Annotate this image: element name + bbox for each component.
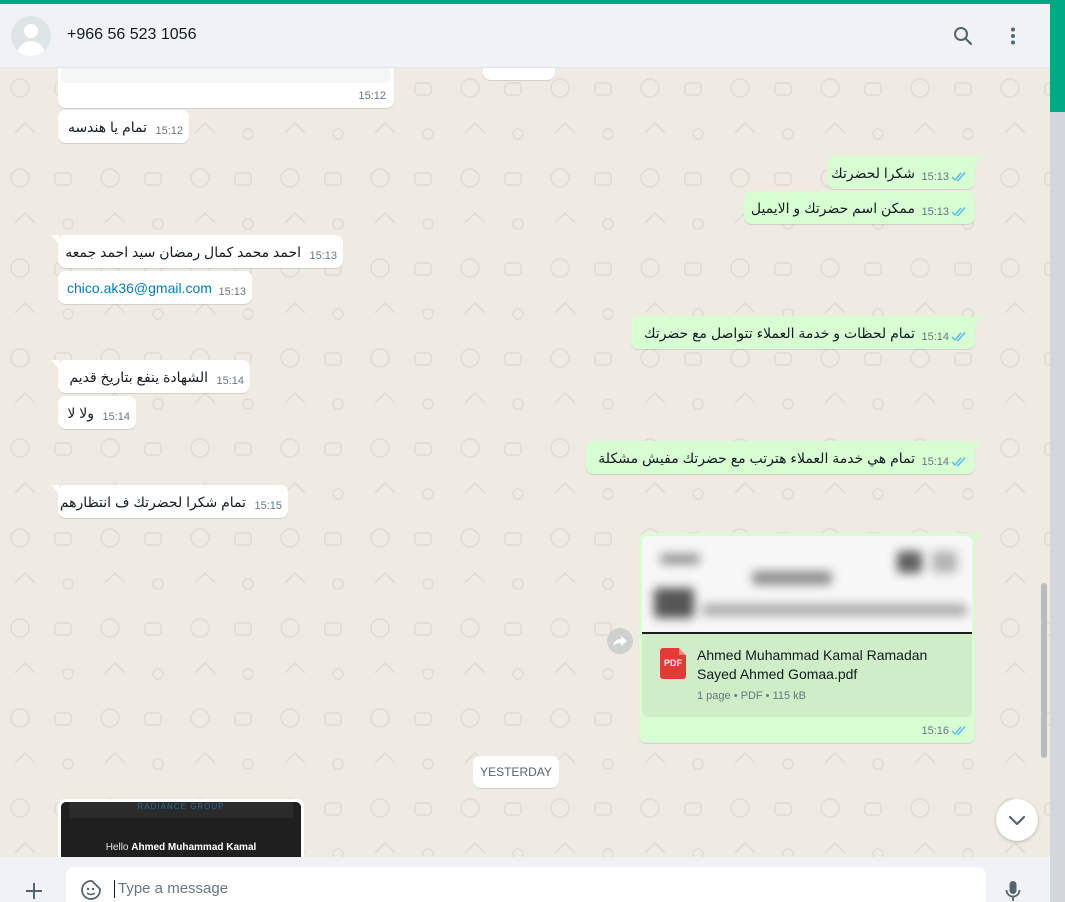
message-text: تمام هي خدمة العملاء هترتب مع حضرتك مفيش… xyxy=(598,450,915,466)
message-text: تمام لحظات و خدمة العملاء تتواصل مع حضرت… xyxy=(644,325,915,341)
message-incoming[interactable]: الشهادة ينفع بتاريخ قديم 15:14 xyxy=(51,360,250,393)
message-text: تمام شكرا لحضرتك ف انتظارهم xyxy=(59,494,246,510)
message-incoming[interactable]: chico.ak36@gmail.com 15:13 xyxy=(58,271,252,304)
bubble-tail xyxy=(51,235,59,244)
preview-blur xyxy=(660,554,700,564)
scrollbar-thumb[interactable] xyxy=(1041,583,1047,758)
forward-icon xyxy=(613,636,627,646)
message-time: 15:14 xyxy=(921,456,949,468)
kebab-menu-icon[interactable] xyxy=(1001,24,1025,48)
avatar-head xyxy=(24,24,38,38)
message-input-placeholder: Type a message xyxy=(114,880,228,898)
message-incoming[interactable]: تمام يا هندسه 15:12 xyxy=(58,110,189,143)
email-link[interactable]: chico.ak36@gmail.com xyxy=(67,280,212,296)
message-incoming[interactable]: 15:12 xyxy=(58,68,394,108)
message-time: 15:14 xyxy=(921,331,949,343)
read-ticks-icon xyxy=(951,726,966,736)
message-text: ولا لا xyxy=(67,405,94,421)
read-ticks-icon xyxy=(951,332,966,342)
message-time: 15:14 xyxy=(102,411,130,423)
preview-blur xyxy=(702,604,967,616)
image-message[interactable]: RADIANCE GROUP Hello Ahmed Muhammad Kama… xyxy=(58,799,304,857)
document-preview[interactable] xyxy=(642,536,972,634)
message-text: شكرا لحضرتك xyxy=(831,165,915,181)
image-logo-text: RADIANCE GROUP xyxy=(137,802,225,811)
message-list[interactable]: 15:12 تمام يا هندسه 15:12 شكرا لحضرتك 15… xyxy=(0,68,1050,857)
message-text: احمد محمد كمال رمضان سيد احمد جمعه xyxy=(65,244,301,260)
message-outgoing[interactable]: تمام هي خدمة العملاء هترتب مع حضرتك مفيش… xyxy=(586,441,982,474)
image-greeting: Hello Ahmed Muhammad Kamal xyxy=(61,842,301,853)
avatar[interactable] xyxy=(11,16,51,56)
message-time: 15:12 xyxy=(155,125,183,137)
bubble-tail xyxy=(51,485,59,494)
message-time: 15:13 xyxy=(921,171,949,183)
message-time: 15:12 xyxy=(358,90,386,102)
avatar-body xyxy=(17,41,45,56)
message-time: 15:16 xyxy=(921,725,949,737)
message-time: 15:14 xyxy=(216,375,244,387)
window-edge-accent xyxy=(1050,0,1065,112)
image-greeting-word: Hello xyxy=(105,842,129,853)
preview-blur xyxy=(752,571,832,585)
read-ticks-icon xyxy=(951,172,966,182)
sticker-icon[interactable] xyxy=(80,879,102,901)
microphone-icon[interactable] xyxy=(1003,879,1023,902)
chat-window: +966 56 523 1056 15:12 تمام يا هندسه 15:… xyxy=(0,4,1050,902)
document-message[interactable]: PDF Ahmed Muhammad Kamal Ramadan Sayed A… xyxy=(639,533,982,743)
message-time: 15:13 xyxy=(921,206,949,218)
bubble-tail xyxy=(974,156,982,165)
preview-blur xyxy=(654,588,694,618)
preview-blur xyxy=(932,551,957,573)
composer-bar: Type a message xyxy=(0,857,1050,902)
bubble-tail xyxy=(974,316,982,325)
image-greeting-name: Ahmed Muhammad Kamal xyxy=(131,842,257,853)
bubble-tail xyxy=(974,533,982,542)
contact-name[interactable]: +966 56 523 1056 xyxy=(67,26,196,44)
image-thumbnail[interactable]: RADIANCE GROUP Hello Ahmed Muhammad Kama… xyxy=(61,802,301,857)
date-separator: YESTERDAY xyxy=(473,756,559,788)
document-file-name: Ahmed Muhammad Kamal Ramadan Sayed Ahmed… xyxy=(697,647,928,682)
message-text: ممكن اسم حضرتك و الايميل xyxy=(750,200,915,216)
scroll-to-bottom-button[interactable] xyxy=(996,799,1038,841)
search-icon[interactable] xyxy=(951,24,975,48)
message-text: الشهادة ينفع بتاريخ قديم xyxy=(69,369,208,385)
document-card[interactable]: PDF Ahmed Muhammad Kamal Ramadan Sayed A… xyxy=(642,634,972,717)
message-incoming[interactable]: ولا لا 15:14 xyxy=(58,396,136,429)
forward-button[interactable] xyxy=(607,628,633,654)
bubble-tail xyxy=(51,360,59,369)
message-input[interactable]: Type a message xyxy=(66,867,986,902)
link-preview xyxy=(61,68,391,83)
pdf-file-icon: PDF xyxy=(660,648,686,679)
message-time: 15:13 xyxy=(218,286,246,298)
document-meta: 1 page • PDF • 115 kB xyxy=(697,690,807,702)
date-badge xyxy=(483,68,555,80)
message-time: 15:13 xyxy=(309,250,337,262)
read-ticks-icon xyxy=(951,207,966,217)
plus-icon[interactable] xyxy=(22,879,46,902)
message-outgoing[interactable]: تمام لحظات و خدمة العملاء تتواصل مع حضرت… xyxy=(631,316,982,349)
message-text: تمام يا هندسه xyxy=(67,119,147,135)
message-incoming[interactable]: تمام شكرا لحضرتك ف انتظارهم 15:15 xyxy=(51,485,288,518)
preview-blur xyxy=(897,551,922,573)
message-incoming[interactable]: احمد محمد كمال رمضان سيد احمد جمعه 15:13 xyxy=(51,235,343,268)
window-edge xyxy=(1050,0,1065,902)
message-outgoing[interactable]: شكرا لحضرتك 15:13 xyxy=(827,156,982,189)
message-time: 15:15 xyxy=(254,500,282,512)
message-outgoing[interactable]: ممكن اسم حضرتك و الايميل 15:13 xyxy=(744,191,975,224)
read-ticks-icon xyxy=(951,457,966,467)
bubble-tail xyxy=(974,441,982,450)
chat-header[interactable]: +966 56 523 1056 xyxy=(0,4,1050,68)
chevron-down-icon xyxy=(1008,815,1026,826)
